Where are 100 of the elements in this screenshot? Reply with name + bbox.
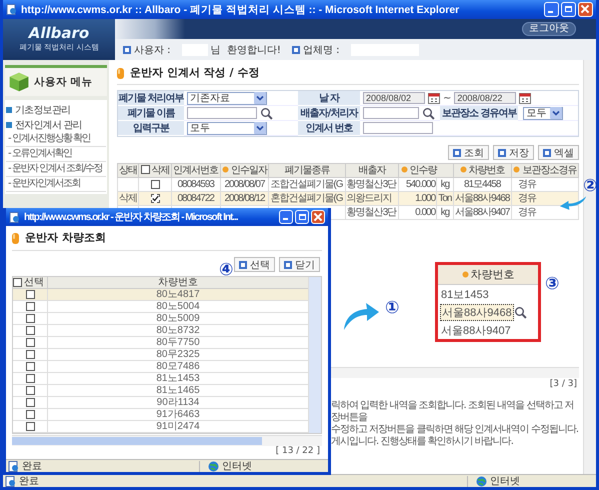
table-row[interactable]: 80모7486 [13, 360, 308, 372]
table-cell: 80노4817 [156, 289, 200, 300]
search-icon [422, 106, 435, 120]
minimize-button[interactable] [279, 210, 293, 224]
table-cell: 서울88사9468 [440, 304, 514, 320]
checkbox[interactable] [140, 165, 150, 174]
column-header: 배출자 [345, 164, 399, 178]
company-label: 업체명 : [302, 44, 340, 56]
table-row[interactable]: 80노5004 [13, 300, 308, 312]
table-cell: Ton [438, 192, 452, 204]
dropdown[interactable]: 기존자료 [187, 92, 267, 104]
maximize-button[interactable] [295, 210, 309, 224]
search-button[interactable] [422, 106, 435, 120]
submenu-item[interactable]: - 운반자 인계서 조회/수정 [6, 162, 106, 177]
table-cell: 91가6463 [156, 409, 200, 420]
column-header: 폐기물종류 [268, 164, 346, 178]
column-header: 차량번호 [438, 265, 538, 285]
checkbox[interactable] [150, 180, 160, 189]
help-text: 릭하여 입력한 내역을 조회합니다. 조회된 내역을 선택하고 저장버튼을 [331, 400, 574, 424]
caret-icon [254, 92, 266, 104]
submenu-item[interactable]: - 인계서진행상황 확인 [6, 132, 106, 147]
checkbox[interactable] [26, 290, 34, 299]
bullet-icon [292, 46, 300, 54]
dropdown[interactable]: 모두 [523, 106, 564, 120]
action-button[interactable]: 닫기 [279, 257, 320, 272]
square-icon [498, 148, 506, 156]
input-field[interactable] [363, 122, 433, 134]
table-row[interactable]: 80노5009 [13, 312, 308, 324]
square-icon [453, 148, 461, 156]
horizontal-scrollbar[interactable] [12, 435, 322, 446]
checkbox[interactable] [26, 350, 34, 359]
curved-arrow-icon [341, 300, 381, 332]
globe-icon [208, 460, 219, 472]
checkbox[interactable] [13, 278, 22, 287]
table-cell: 81모4458 [464, 178, 500, 190]
action-button[interactable]: 조회 [448, 145, 489, 160]
table-row[interactable]: 80두7750 [13, 336, 308, 348]
table-row[interactable]: 91가6463 [13, 408, 308, 420]
cube-icon [8, 71, 30, 93]
checkbox[interactable] [26, 410, 34, 419]
table-row[interactable]: 91미2474 [13, 420, 308, 432]
input-field[interactable] [363, 107, 419, 119]
table-row[interactable]: 80노8732 [13, 324, 308, 336]
table-cell: 1.000 [415, 192, 436, 204]
date-field[interactable]: 2008/08/22 [454, 92, 516, 104]
checkbox[interactable] [150, 194, 160, 203]
checkbox[interactable] [26, 386, 34, 395]
column-header: 상태 [118, 164, 139, 178]
table-row[interactable]: 삭제 08084722 2008/08/12 혼합건설폐기물(G 의왕드리지 1.000 Ton 서울88사9468 경유 [118, 192, 578, 206]
checkbox[interactable] [26, 398, 34, 407]
logout-button[interactable]: 로그아웃 [522, 22, 576, 36]
table-row[interactable]: 81노1465 [13, 384, 308, 396]
table-cell: 80노8732 [156, 325, 200, 336]
logo-text: Allbaro [28, 25, 90, 42]
checkbox[interactable] [26, 422, 34, 431]
column-header: 선택 [13, 277, 48, 288]
close-button[interactable] [578, 2, 593, 17]
table-cell: 의왕드리지 [346, 192, 392, 204]
calendar-button[interactable] [519, 92, 532, 104]
checkbox[interactable] [26, 326, 34, 335]
action-button[interactable]: 저장 [493, 145, 534, 160]
table-cell: 81노1453 [156, 373, 200, 384]
table-cell: 2008/08/07 [224, 178, 265, 190]
table-cell-text: 서울88사9407 [440, 324, 512, 338]
maximize-button[interactable] [561, 2, 576, 17]
table-cell: 황명철산3단 [346, 178, 396, 190]
date-field[interactable]: 2008/08/02 [363, 92, 425, 104]
window-title: http://www.cwms.or.kr :: Allbaro - 폐기물 적법처리 시스템 :: - Microsoft Internet Explorer [21, 2, 460, 16]
table-cell: 80노5009 [156, 313, 200, 324]
search-button[interactable] [514, 306, 527, 318]
submenu-item[interactable]: - 운반자인계서조회 [6, 177, 106, 192]
field-label: 보관장소 경유여부 [440, 106, 518, 120]
action-button[interactable]: 선택 [234, 257, 275, 272]
action-button[interactable]: 엑셀 [538, 145, 579, 160]
minimize-button[interactable] [544, 2, 559, 17]
search-button[interactable] [260, 106, 273, 120]
page-indicator: [3 / 3] [548, 378, 578, 390]
table-cell: 0.000 [415, 206, 436, 218]
menu-item[interactable]: 기초정보관리 [6, 102, 106, 117]
table-row[interactable]: 80무2325 [13, 348, 308, 360]
caret-icon [254, 122, 266, 134]
vertical-scrollbar[interactable] [308, 277, 321, 433]
input-field[interactable] [187, 107, 257, 119]
submenu-item[interactable]: - 오류인계서확인 [6, 147, 106, 162]
close-button[interactable] [311, 210, 325, 224]
checkbox[interactable] [26, 314, 34, 323]
column-header: 인수량 [398, 164, 437, 178]
checkbox[interactable] [26, 338, 34, 347]
column-header: 보관장소경유 [511, 164, 578, 178]
vertical-scrollbar[interactable] [583, 60, 596, 474]
help-text: 게시입니다. 진행상태를 확인하시기 바랍니다. [331, 436, 514, 448]
table-row[interactable]: 90라1134 [13, 396, 308, 408]
checkbox[interactable] [26, 362, 34, 371]
checkbox[interactable] [26, 374, 34, 383]
square-icon [543, 148, 551, 156]
checkbox[interactable] [26, 302, 34, 311]
table-row[interactable]: 81노1453 [13, 372, 308, 384]
calendar-button[interactable] [428, 92, 440, 104]
menu-item[interactable]: 전자인계서 관리 [6, 117, 106, 132]
dropdown[interactable]: 모두 [187, 122, 267, 134]
